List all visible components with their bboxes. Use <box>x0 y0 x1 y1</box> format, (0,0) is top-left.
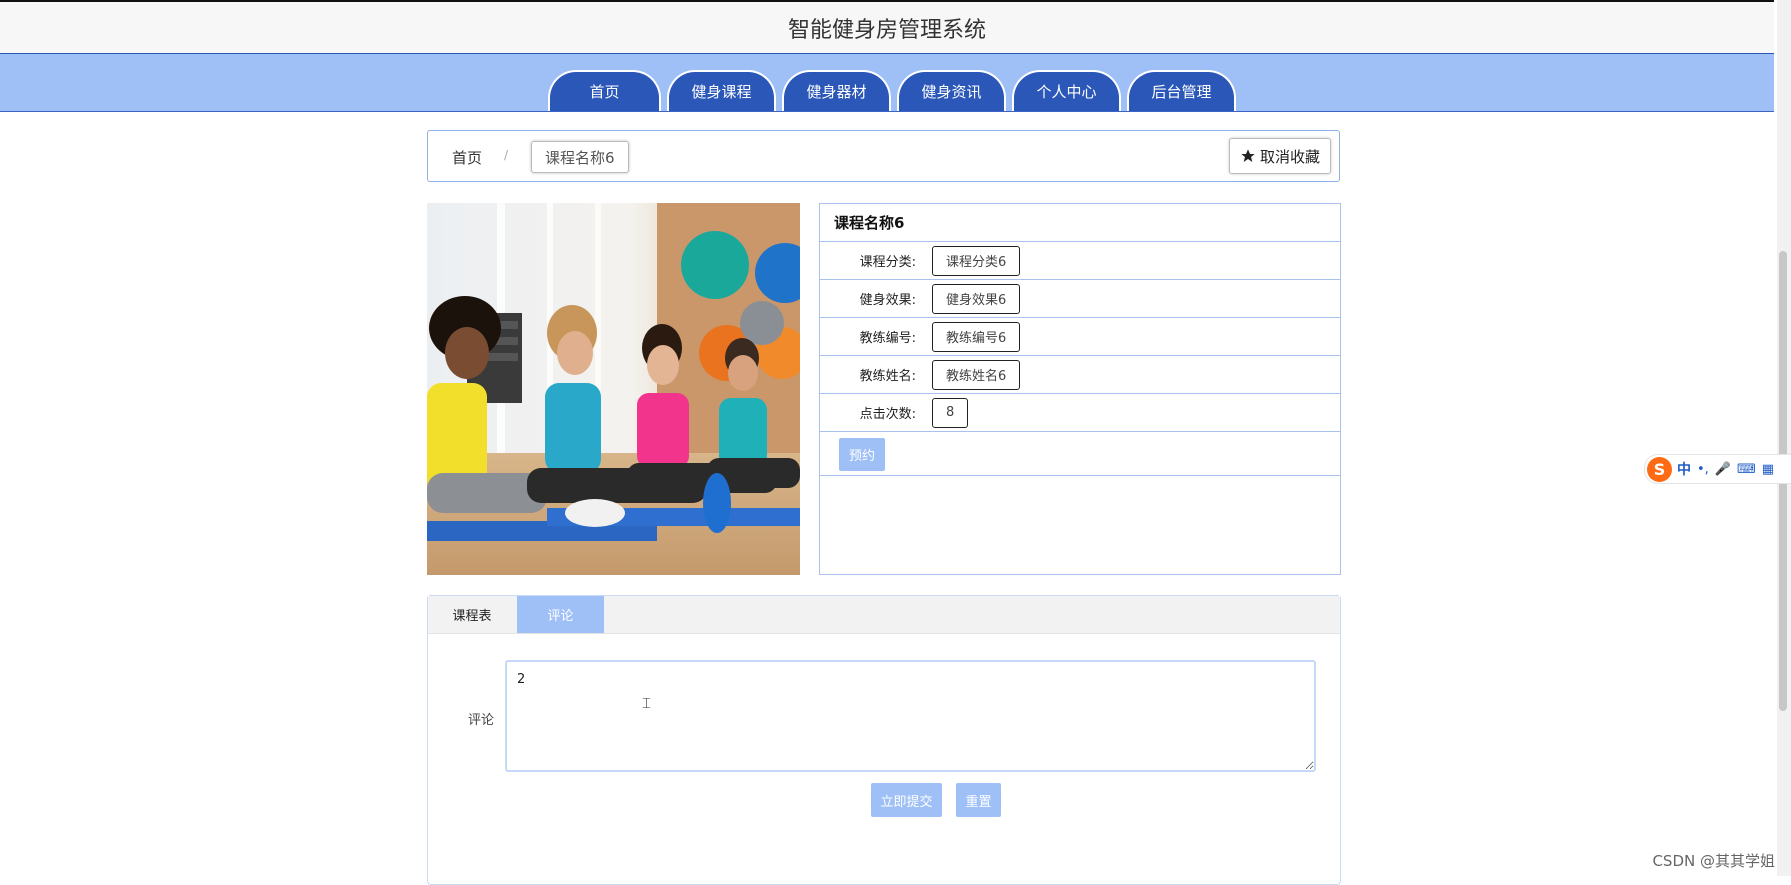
course-image <box>427 203 800 575</box>
text-cursor-icon: ⌶ <box>642 694 652 712</box>
breadcrumb-home-link[interactable]: 首页 <box>452 147 482 168</box>
cancel-favorite-label: 取消收藏 <box>1259 147 1320 166</box>
site-title: 智能健身房管理系统 <box>787 17 986 43</box>
cancel-favorite-button[interactable]: 取消收藏 <box>1228 138 1331 174</box>
info-label: 点击次数: <box>859 407 916 422</box>
grid-icon[interactable]: ▦ <box>1762 462 1774 477</box>
comment-textarea[interactable] <box>505 660 1316 772</box>
site-header: 智能健身房管理系统 <box>0 2 1774 54</box>
submit-button[interactable]: 立即提交 <box>871 783 942 817</box>
info-action-row: 预约 <box>820 432 1340 476</box>
keyboard-icon[interactable]: ⌨ <box>1737 462 1756 477</box>
info-value: 课程分类6 <box>932 245 1021 276</box>
nav-item-equipment[interactable]: 健身器材 <box>782 70 891 111</box>
nav-item-label: 后台管理 <box>1151 83 1212 101</box>
mic-icon[interactable]: 🎤 <box>1715 462 1731 477</box>
nav-item-label: 健身资讯 <box>921 83 982 101</box>
nav-item-admin[interactable]: 后台管理 <box>1127 70 1236 111</box>
nav-item-profile[interactable]: 个人中心 <box>1012 70 1121 111</box>
breadcrumb-current: 课程名称6 <box>531 141 629 173</box>
info-row-coach-name: 教练姓名: 教练姓名6 <box>820 356 1340 394</box>
info-row-coach-id: 教练编号: 教练编号6 <box>820 318 1340 356</box>
ime-logo: S <box>1647 456 1672 482</box>
main-nav-bar: 首页 健身课程 健身器材 健身资讯 个人中心 后台管理 <box>0 54 1774 112</box>
nav-item-label: 健身器材 <box>806 83 867 101</box>
info-label: 教练编号: <box>859 331 916 346</box>
info-row-clicks: 点击次数: 8 <box>820 394 1340 432</box>
nav-item-label: 健身课程 <box>691 83 752 101</box>
nav-item-home[interactable]: 首页 <box>548 70 661 111</box>
reset-button[interactable]: 重置 <box>956 783 1001 817</box>
nav-item-label: 首页 <box>589 83 620 101</box>
info-row-effect: 健身效果: 健身效果6 <box>820 280 1340 318</box>
info-value: 健身效果6 <box>932 283 1021 314</box>
info-row-category: 课程分类: 课程分类6 <box>820 242 1340 280</box>
reserve-button[interactable]: 预约 <box>839 438 885 471</box>
info-label: 健身效果: <box>859 293 916 308</box>
info-label: 课程分类: <box>859 255 916 270</box>
watermark: CSDN @其其学姐 <box>1652 852 1775 870</box>
course-title: 课程名称6 <box>820 204 1340 242</box>
nav-item-courses[interactable]: 健身课程 <box>667 70 776 111</box>
breadcrumb: 首页 / 课程名称6 取消收藏 <box>427 130 1340 182</box>
course-info-panel: 课程名称6 课程分类: 课程分类6 健身效果: 健身效果6 教练编号: 教练编号… <box>819 203 1341 575</box>
info-value: 教练姓名6 <box>932 359 1021 390</box>
comment-label: 评论 <box>468 713 495 728</box>
nav-item-label: 个人中心 <box>1036 83 1097 101</box>
ime-punct[interactable]: •, <box>1697 462 1709 477</box>
ime-toolbar[interactable]: S 中 •, 🎤 ⌨ ▦ <box>1644 454 1791 484</box>
fitness-class-photo <box>427 203 800 575</box>
tab-schedule[interactable]: 课程表 <box>428 596 516 633</box>
star-icon <box>1241 149 1255 162</box>
tab-header: 课程表 评论 <box>428 596 1340 634</box>
course-tabs-panel: 课程表 评论 评论 ⌶ 立即提交 重置 <box>427 595 1341 885</box>
info-value: 8 <box>932 397 969 428</box>
ime-mode[interactable]: 中 <box>1677 459 1691 479</box>
tab-comment[interactable]: 评论 <box>517 596 604 633</box>
main-nav: 首页 健身课程 健身器材 健身资讯 个人中心 后台管理 <box>548 70 1236 111</box>
info-value: 教练编号6 <box>932 321 1021 352</box>
breadcrumb-separator: / <box>504 148 509 162</box>
info-label: 教练姓名: <box>859 369 916 384</box>
nav-item-news[interactable]: 健身资讯 <box>897 70 1006 111</box>
